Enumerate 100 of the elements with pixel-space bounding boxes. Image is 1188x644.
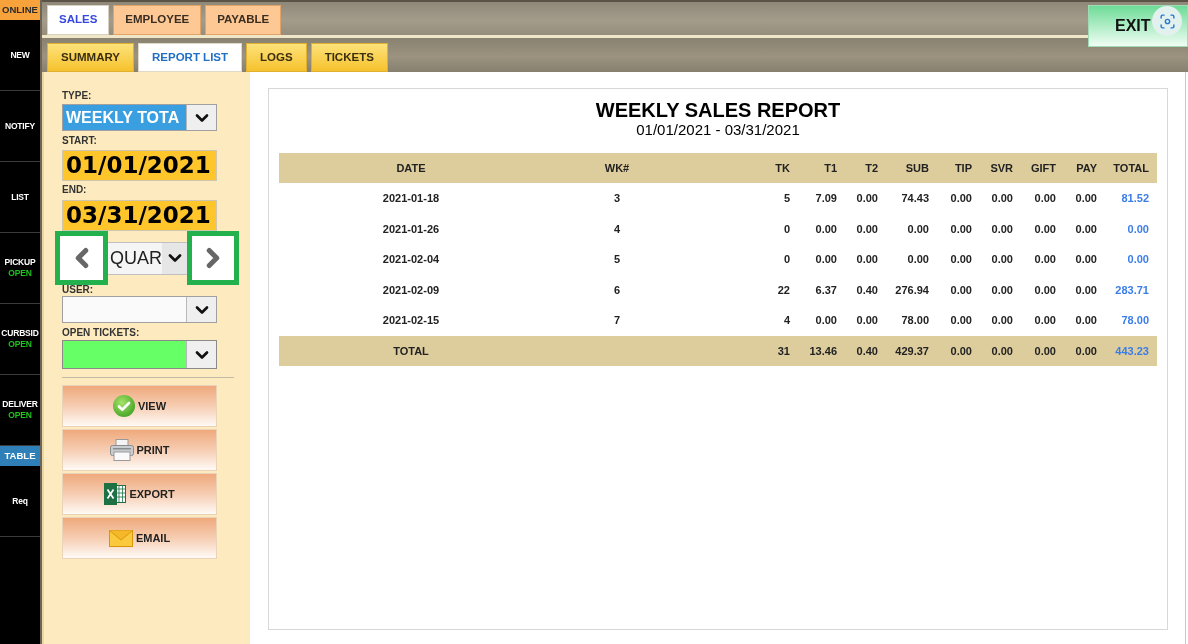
table-cell-text: 0.00: [1074, 313, 1098, 328]
tab[interactable]: SALES: [47, 5, 110, 35]
table-cell-text: 0.00: [1074, 252, 1098, 267]
table-cell-text: 0.00: [990, 252, 1014, 267]
exit-button[interactable]: EXIT: [1088, 5, 1188, 47]
column-header: WK#: [603, 160, 631, 176]
column-header: GIFT: [1029, 160, 1057, 176]
table-cell-text: 4: [612, 221, 622, 237]
table-cell-text: 31: [776, 343, 791, 359]
open-tickets-dropdown[interactable]: [62, 340, 217, 369]
column-header: DATE: [395, 160, 427, 176]
table-cell-text: 0.00: [990, 343, 1014, 359]
table-cell-text: 0.00: [1033, 252, 1057, 267]
column-header: TOTAL: [1112, 160, 1150, 176]
table-cell-text: 81.52: [1120, 191, 1150, 206]
field-label: OPEN TICKETS:: [62, 327, 141, 339]
table-cell-text: 0.00: [990, 191, 1014, 206]
table-cell-text: 2021-02-15: [381, 313, 441, 328]
table-cell-text: 0.00: [990, 221, 1014, 237]
sub-tab[interactable]: REPORT LIST: [138, 43, 243, 72]
table-cell-text: 0.00: [949, 191, 973, 206]
action-button[interactable]: PRINT: [62, 429, 217, 471]
scan-focus-icon[interactable]: [1152, 6, 1182, 36]
table-cell-text: 0.00: [906, 221, 930, 237]
previous-button[interactable]: [55, 231, 108, 285]
table-cell-text: 0.00: [949, 343, 973, 359]
table-cell-text: 3: [612, 191, 622, 206]
envelope-icon: [108, 529, 133, 547]
table-cell-text: 0.00: [814, 313, 838, 328]
sub-tab[interactable]: TICKETS: [310, 43, 388, 72]
table-cell-text: 78.00: [900, 313, 930, 328]
table-cell-text: 7.09: [814, 191, 838, 206]
table-cell-text: 0.00: [1033, 343, 1057, 359]
period-dropdown[interactable]: QUAR: [108, 241, 187, 275]
next-button[interactable]: [187, 231, 239, 285]
table-cell-text: 0.00: [855, 252, 879, 267]
table-cell-text: 74.43: [900, 191, 930, 206]
sidebar-toggle[interactable]: TABLE: [0, 446, 40, 466]
table-cell-text: 0.00: [855, 191, 879, 206]
table-cell-text: 0.00: [1033, 282, 1057, 298]
table-cell-text: 0.00: [1033, 191, 1057, 206]
column-header: T1: [823, 160, 838, 176]
table-cell-text: 4: [782, 313, 791, 328]
end-date-field[interactable]: 03/31/2021: [62, 200, 217, 231]
action-button[interactable]: EXPORT: [62, 473, 217, 515]
table-cell-text: 0.00: [1074, 191, 1098, 206]
table-cell-text: 0.00: [990, 282, 1014, 298]
field-label: END:: [62, 184, 88, 196]
column-header: SVR: [989, 160, 1014, 176]
sidebar-item[interactable]: PICKUP OPEN: [0, 233, 40, 304]
tab[interactable]: EMPLOYEE: [113, 5, 202, 35]
column-header: SUB: [904, 160, 930, 176]
table-cell-text: 22: [776, 282, 791, 298]
table-cell-text: 0.00: [814, 221, 838, 237]
table-cell-text: 0.00: [990, 313, 1014, 328]
table-cell-text: 0.00: [1074, 343, 1098, 359]
action-button[interactable]: VIEW: [62, 385, 217, 427]
start-date-field[interactable]: 01/01/2021: [62, 150, 217, 181]
dropdown-value: WEEKLY TOTA: [63, 105, 186, 130]
sidebar-item[interactable]: Req: [0, 466, 40, 537]
table-cell-text: 78.00: [1120, 313, 1150, 328]
table-cell-text: TOTAL: [392, 343, 430, 359]
column-header: T2: [864, 160, 879, 176]
action-button[interactable]: EMAIL: [62, 517, 217, 559]
check-circle-icon: [112, 395, 135, 417]
table-cell-text: 6.37: [814, 282, 838, 298]
field-label: TYPE:: [62, 90, 93, 102]
table-cell-text: 0.00: [906, 252, 930, 267]
sub-tab[interactable]: SUMMARY: [47, 43, 134, 72]
table-cell-text: 283.71: [1114, 282, 1150, 298]
table-cell-text: 0.00: [949, 221, 973, 237]
table-cell-text: 13.46: [808, 343, 838, 359]
sidebar-item[interactable]: LIST: [0, 162, 40, 233]
table-cell-text: 2021-01-18: [381, 191, 441, 206]
sub-tab[interactable]: LOGS: [246, 43, 307, 72]
table-cell-text: 0.00: [949, 282, 973, 298]
table-cell-text: 2021-02-09: [381, 282, 441, 298]
sidebar-item[interactable]: CURBSID OPEN: [0, 304, 40, 375]
printer-icon: [109, 439, 134, 461]
table-cell-text: 0.00: [1126, 252, 1150, 267]
table-cell-text: 0.40: [855, 343, 879, 359]
table-cell-text: 0.00: [855, 221, 879, 237]
table-cell-text: 276.94: [894, 282, 930, 298]
table-cell-text: 2021-01-26: [381, 221, 441, 237]
column-header: TIP: [953, 160, 973, 176]
table-cell-text: 429.37: [894, 343, 930, 359]
report-date-range: 01/01/2021 - 03/31/2021: [636, 121, 800, 139]
sidebar-item[interactable]: NOTIFY: [0, 91, 40, 162]
sidebar-item[interactable]: NEW: [0, 20, 40, 91]
field-label: USER:: [62, 285, 95, 295]
table-cell-text: 0.00: [949, 313, 973, 328]
table-cell-text: 0.40: [855, 282, 879, 298]
table-cell-text: 5: [612, 252, 622, 267]
user-dropdown[interactable]: [62, 296, 217, 323]
field-label: START:: [62, 135, 98, 147]
tab[interactable]: PAYABLE: [205, 5, 282, 35]
table-cell-text: 0.00: [1033, 313, 1057, 328]
table-cell-text: 443.23: [1114, 343, 1150, 359]
table-cell-text: 5: [782, 191, 791, 206]
table-cell-text: 6: [612, 282, 622, 298]
